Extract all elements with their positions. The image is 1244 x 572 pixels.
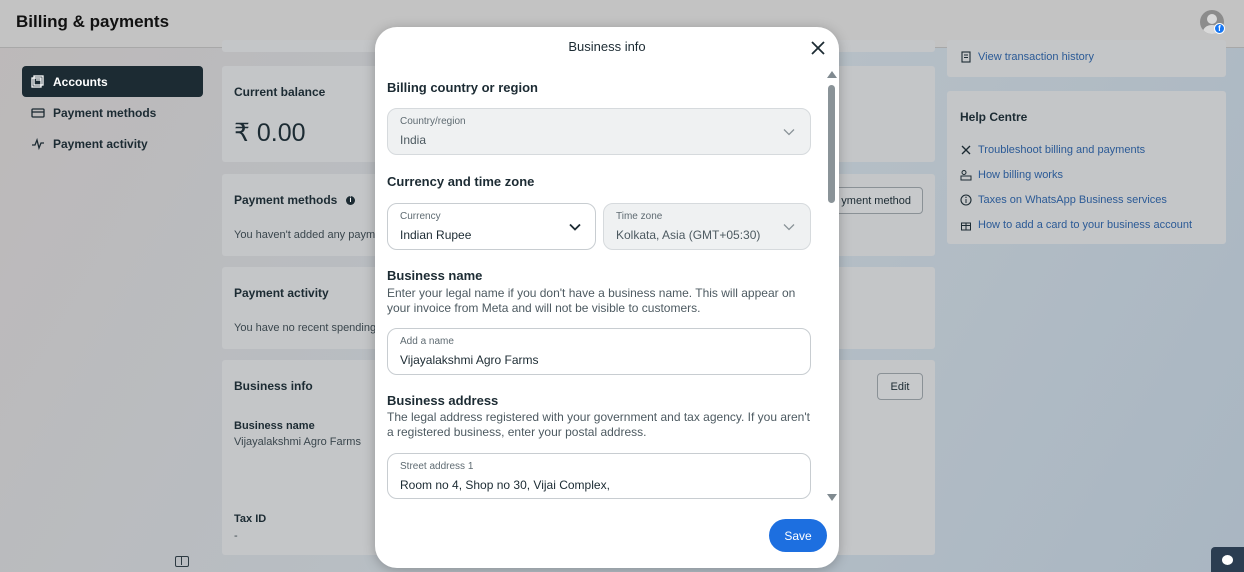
help-link-how-billing-works[interactable]: How billing works (960, 169, 1063, 181)
street-address-1-field[interactable]: Street address 1 Room no 4, Shop no 30, … (387, 453, 811, 499)
chat-button[interactable] (1211, 547, 1244, 572)
business-name-value: Vijayalakshmi Agro Farms (234, 436, 361, 448)
info-icon (960, 194, 972, 206)
info-icon[interactable]: i (346, 196, 355, 205)
tax-id-value: - (234, 530, 238, 542)
save-button[interactable]: Save (769, 519, 827, 552)
business-name-description: Enter your legal name if you don't have … (387, 286, 796, 315)
sidebar-item-accounts[interactable]: Accounts (22, 66, 203, 97)
dialog-scrollbar[interactable] (827, 71, 837, 505)
business-name-label: Business name (234, 420, 315, 432)
help-centre-title: Help Centre (960, 110, 1028, 124)
close-icon (811, 41, 825, 55)
view-transaction-history-link[interactable]: View transaction history (960, 51, 1094, 63)
help-link-troubleshoot[interactable]: Troubleshoot billing and payments (960, 144, 1145, 156)
gift-icon (961, 222, 971, 231)
page-title: Billing & payments (16, 12, 170, 31)
business-name-section-title: Business name (387, 268, 483, 283)
country-section-title: Billing country or region (387, 80, 538, 95)
scroll-up-arrow[interactable] (827, 71, 837, 78)
chevron-down-icon (569, 223, 581, 231)
tax-id-label: Tax ID (234, 513, 267, 525)
business-address-description: The legal address registered with your g… (387, 410, 810, 439)
chevron-down-icon (783, 224, 795, 231)
people-icon (960, 170, 972, 181)
timezone-select: Time zone Kolkata, Asia (GMT+05:30) (603, 203, 811, 250)
dialog-title: Business info (568, 39, 646, 54)
balance-amount: ₹ 0.00 (234, 119, 306, 147)
chevron-down-icon (783, 129, 795, 136)
edit-button[interactable]: Edit (877, 373, 923, 400)
currency-section-title: Currency and time zone (387, 174, 535, 189)
scroll-thumb[interactable] (828, 85, 835, 203)
sidebar-item-payment-activity[interactable]: Payment activity (22, 128, 203, 159)
business-info-dialog: Business info Billing country or region … (375, 27, 839, 568)
scroll-down-arrow[interactable] (827, 494, 837, 501)
payment-activity-empty-text: You have no recent spending (234, 322, 377, 334)
payment-methods-empty-text: You haven't added any paym (234, 229, 376, 241)
help-link-add-card[interactable]: How to add a card to your business accou… (960, 219, 1192, 231)
business-name-field[interactable]: Add a name Vijayalakshmi Agro Farms (387, 328, 811, 375)
panel-toggle-icon[interactable] (175, 556, 189, 567)
business-info-title: Business info (234, 379, 313, 393)
country-select: Country/region India (387, 108, 811, 155)
tools-icon (961, 145, 971, 155)
close-button[interactable] (808, 38, 828, 58)
facebook-icon: f (1214, 23, 1225, 34)
activity-icon (31, 137, 45, 151)
accounts-icon (31, 74, 45, 89)
card-icon (31, 106, 45, 120)
receipt-icon (961, 51, 971, 63)
balance-title: Current balance (234, 85, 326, 99)
sidebar-item-payment-methods[interactable]: Payment methods (22, 97, 203, 128)
business-address-section-title: Business address (387, 393, 499, 408)
currency-select[interactable]: Currency Indian Rupee (387, 203, 596, 250)
help-link-taxes[interactable]: Taxes on WhatsApp Business services (960, 194, 1167, 206)
payment-activity-title: Payment activity (234, 286, 329, 300)
payment-methods-title: Payment methods (234, 193, 338, 207)
sidebar-item-label: Accounts (53, 74, 108, 89)
dialog-scroll-area[interactable]: Billing country or region Country/region… (375, 71, 839, 505)
sidebar-item-label: Payment methods (53, 105, 157, 120)
sidebar-item-label: Payment activity (53, 136, 148, 151)
